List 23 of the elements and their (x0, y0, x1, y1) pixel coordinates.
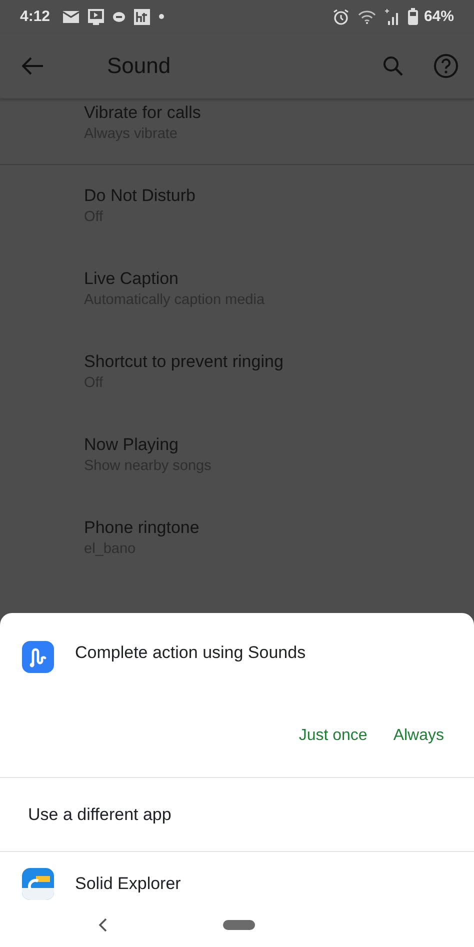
battery-percent: 64% (424, 8, 454, 25)
app-badge-icon (113, 12, 126, 22)
sound-app-icon (22, 641, 54, 673)
home-handle-icon[interactable] (223, 920, 255, 930)
status-time: 4:12 (20, 8, 50, 25)
alarm-icon (332, 8, 349, 24)
dot-icon (159, 14, 164, 19)
sheet-title: Complete action using Sounds (75, 643, 306, 663)
action-button[interactable]: Always (385, 723, 452, 749)
video-icon (88, 8, 104, 24)
page-title: Sound (107, 52, 172, 78)
wifi-icon (358, 10, 376, 24)
search-icon[interactable] (383, 56, 403, 76)
back-icon[interactable] (99, 918, 107, 932)
folder-app-icon[interactable] (22, 868, 54, 900)
battery-icon (408, 8, 418, 25)
news-app-icon (134, 8, 150, 24)
action-button[interactable]: Just once (290, 723, 376, 749)
signal-icon (384, 8, 399, 24)
app-name[interactable]: Solid Explorer (75, 874, 181, 894)
help-icon[interactable] (434, 54, 458, 78)
mail-icon (63, 10, 80, 22)
list-item[interactable]: Use a different app (0, 778, 474, 852)
